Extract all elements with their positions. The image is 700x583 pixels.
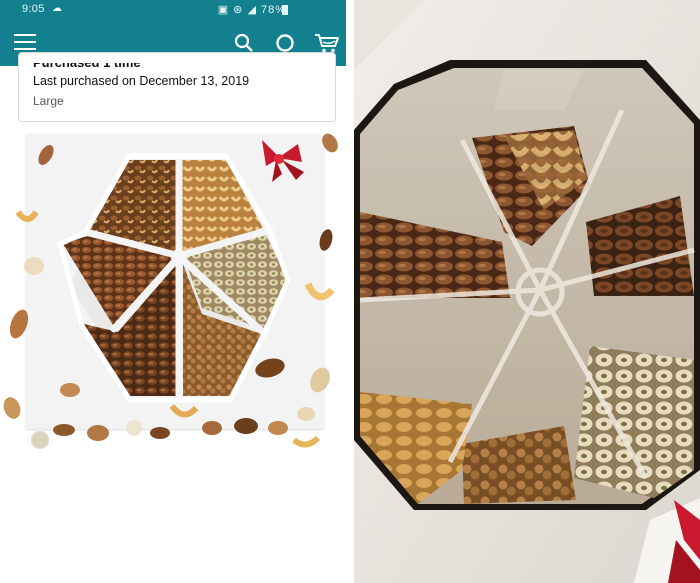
status-time: 9:05 <box>22 3 45 15</box>
cart-icon[interactable] <box>314 32 340 54</box>
scattered-nuts <box>3 133 338 449</box>
notification-icon: ☁ <box>52 3 62 14</box>
battery-icon <box>282 5 288 15</box>
purchase-history-card[interactable]: Purchased 1 time Last purchased on Decem… <box>18 52 336 122</box>
size-option: Large <box>33 94 64 108</box>
last-purchased-date: Last purchased on December 13, 2019 <box>33 74 250 88</box>
signal-icons: ▣ ⊛ ◢ 78% <box>217 4 286 16</box>
alexa-icon[interactable] <box>275 33 295 53</box>
received-product-photo <box>354 0 700 583</box>
actual-box-photo <box>354 0 700 583</box>
purchase-count-heading: Purchased 1 time <box>33 55 141 70</box>
phone-screenshot: 9:05 ☁ ▣ ⊛ ◢ 78% Purchased 1 time Last p… <box>0 0 350 583</box>
status-bar: 9:05 ☁ ▣ ⊛ ◢ 78% <box>0 0 346 20</box>
search-icon[interactable] <box>234 33 254 53</box>
product-image[interactable] <box>0 128 350 458</box>
menu-icon[interactable] <box>14 33 36 51</box>
